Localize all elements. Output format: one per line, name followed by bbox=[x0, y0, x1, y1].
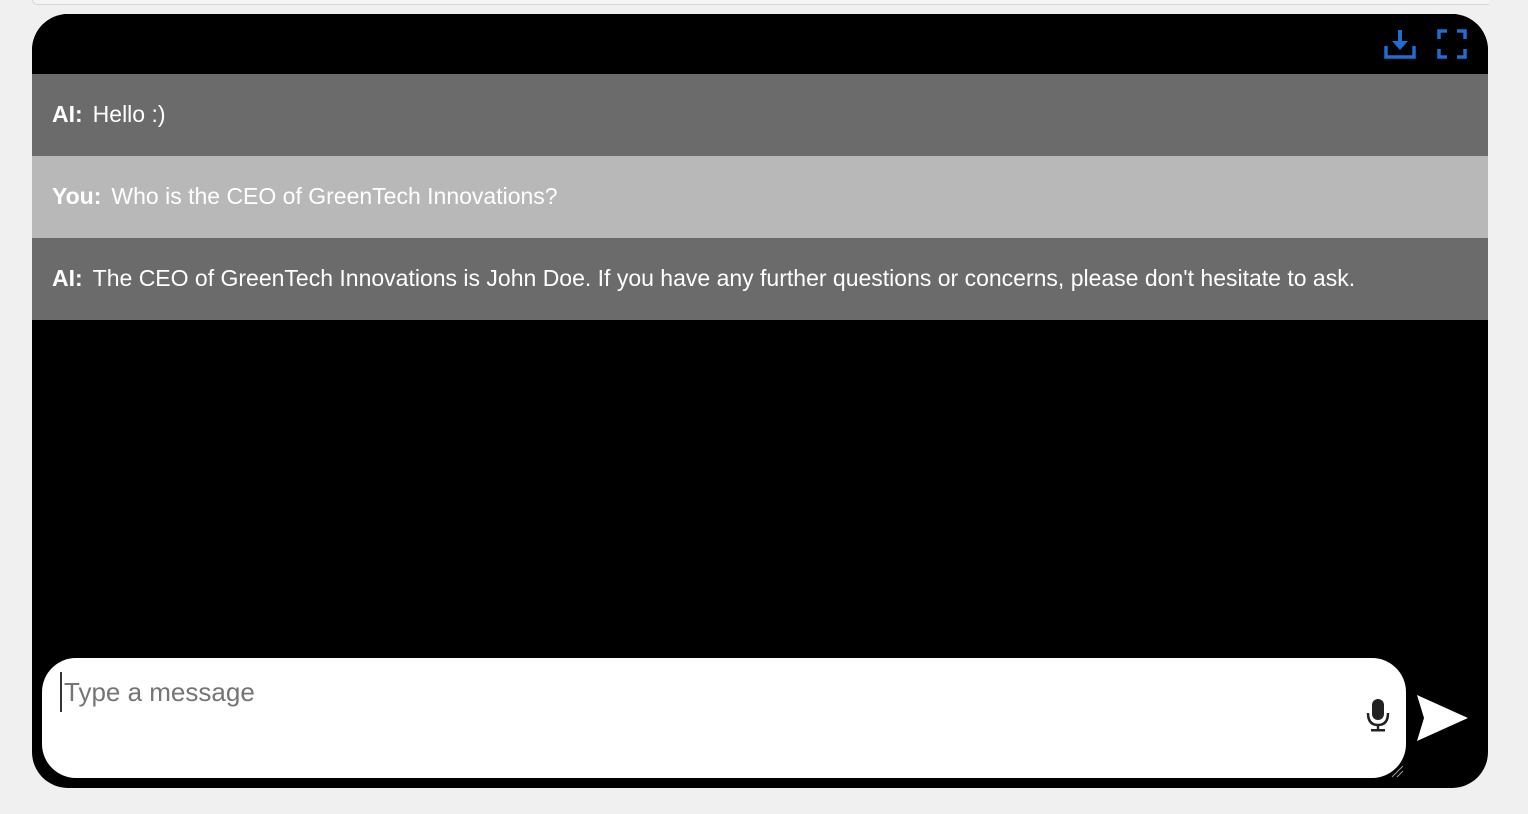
chat-header bbox=[32, 14, 1488, 74]
download-icon bbox=[1384, 30, 1416, 59]
send-button[interactable] bbox=[1412, 690, 1472, 746]
microphone-button[interactable] bbox=[1364, 696, 1392, 734]
header-actions bbox=[1384, 28, 1468, 60]
send-icon bbox=[1417, 695, 1468, 741]
download-button[interactable] bbox=[1384, 28, 1416, 60]
message-user: You: Who is the CEO of GreenTech Innovati… bbox=[32, 156, 1488, 238]
message-speaker: AI: bbox=[52, 101, 83, 127]
fullscreen-icon bbox=[1437, 29, 1467, 59]
fullscreen-button[interactable] bbox=[1436, 28, 1468, 60]
message-composer bbox=[42, 658, 1406, 778]
chat-widget: AI: Hello :) You: Who is the CEO of GreenT… bbox=[32, 14, 1488, 788]
message-list: AI: Hello :) You: Who is the CEO of GreenT… bbox=[32, 74, 1488, 320]
message-speaker: You: bbox=[52, 183, 102, 209]
message-text: Who is the CEO of GreenTech Innovations? bbox=[111, 183, 558, 209]
resize-handle-icon[interactable] bbox=[1390, 764, 1404, 778]
message-speaker: AI: bbox=[52, 265, 83, 291]
message-text: The CEO of GreenTech Innovations is John… bbox=[92, 265, 1356, 291]
message-ai: AI: The CEO of GreenTech Innovations is J… bbox=[32, 238, 1488, 320]
microphone-icon bbox=[1366, 699, 1390, 732]
page-top-edge bbox=[32, 0, 1489, 5]
message-text: Hello :) bbox=[92, 101, 166, 127]
message-ai: AI: Hello :) bbox=[32, 74, 1488, 156]
message-input[interactable] bbox=[60, 672, 1344, 712]
